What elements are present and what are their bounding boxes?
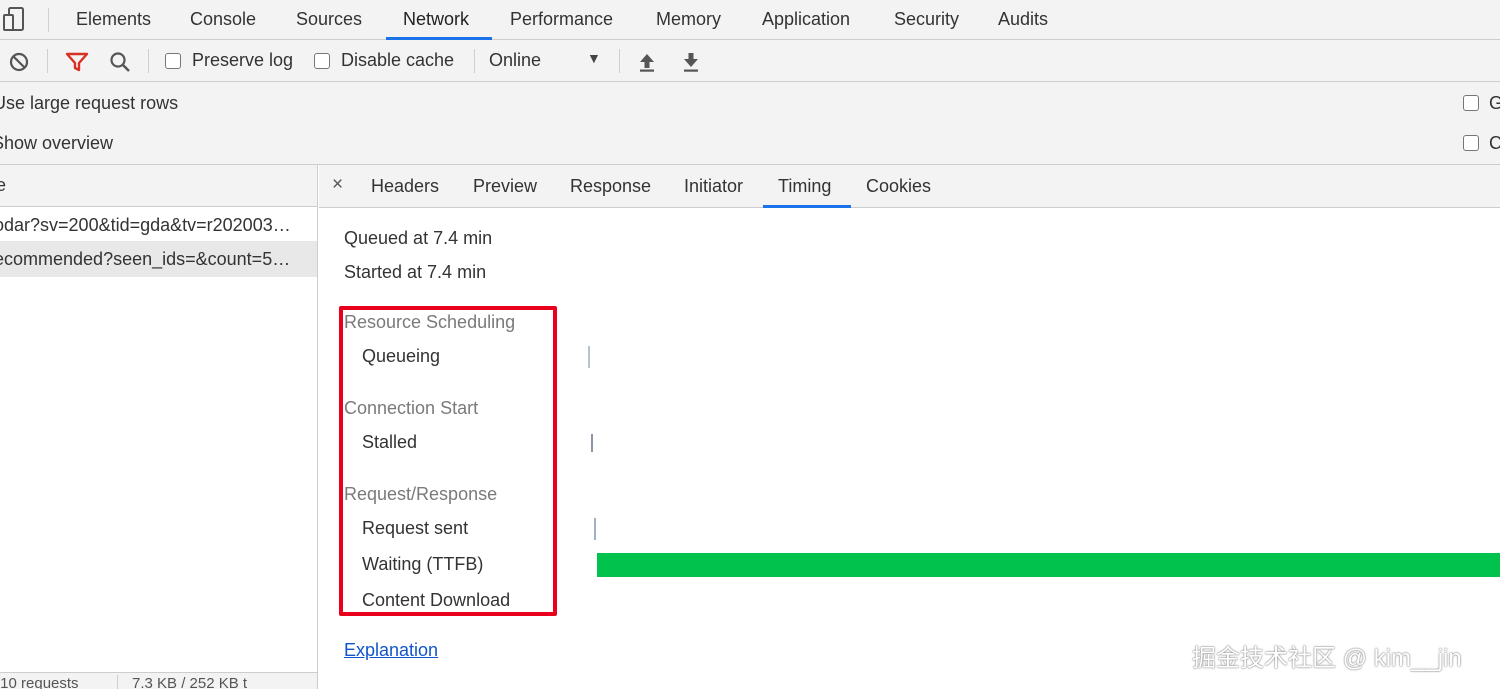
timing-panel: Queued at 7.4 min Started at 7.4 min Res… (319, 208, 1500, 689)
stalled-timing-bar (591, 434, 593, 452)
throttling-select[interactable]: Online (489, 50, 541, 71)
show-overview-label[interactable]: Show overview (0, 133, 113, 154)
preserve-log-label: Preserve log (192, 50, 294, 70)
waiting-ttfb-label: Waiting (TTFB) (362, 554, 484, 574)
name-column-header: e (0, 175, 6, 196)
detail-tab-response[interactable]: Response (570, 176, 651, 197)
content-download-label: Content Download (362, 590, 511, 610)
request-list-header[interactable]: e (0, 165, 317, 207)
tab-application[interactable]: Application (762, 0, 850, 40)
request-count: /10 requests (0, 675, 79, 689)
queueing-label: Queueing (362, 346, 441, 366)
export-har-icon[interactable] (682, 51, 700, 73)
started-at-text: Started at 7.4 min (344, 262, 487, 282)
search-icon[interactable] (109, 51, 131, 73)
devtools-tab-bar: Elements Console Sources Network Perform… (0, 0, 1500, 40)
transfer-size: 7.3 KB / 252 KB t (132, 675, 248, 689)
detail-tab-initiator[interactable]: Initiator (684, 176, 743, 197)
resource-scheduling-heading: Resource Scheduling (344, 312, 516, 332)
capture-screenshots-checkbox[interactable] (1463, 135, 1479, 151)
preserve-log-checkbox[interactable] (165, 53, 181, 69)
tab-audits[interactable]: Audits (998, 0, 1048, 40)
tab-security[interactable]: Security (894, 0, 959, 40)
request-sent-label: Request sent (362, 518, 469, 538)
device-toolbar-icon[interactable] (2, 5, 32, 33)
summary-separator (117, 675, 118, 689)
request-name: odar?sv=200&tid=gda&tv=r202003… (0, 215, 291, 235)
tab-console[interactable]: Console (190, 0, 256, 40)
close-detail-icon[interactable]: × (332, 174, 343, 196)
tab-elements[interactable]: Elements (76, 0, 151, 40)
filter-icon[interactable] (65, 52, 89, 72)
request-name: ecommended?seen_ids=&count=5… (0, 249, 291, 269)
request-detail-tabs: × Headers Preview Response Initiator Tim… (319, 165, 1500, 208)
large-request-rows-label[interactable]: Use large request rows (0, 93, 178, 114)
waiting-ttfb-timing-bar (597, 553, 1500, 577)
request-sent-timing-bar (594, 518, 596, 540)
tab-network[interactable]: Network (403, 0, 469, 40)
detail-tab-timing[interactable]: Timing (778, 176, 831, 197)
network-settings-pane: Use large request rows Show overview G C (0, 82, 1500, 165)
queueing-timing-bar (588, 346, 590, 368)
detail-tab-preview[interactable]: Preview (473, 176, 537, 197)
disable-cache-label: Disable cache (341, 50, 455, 70)
request-response-heading: Request/Response (344, 484, 498, 504)
tab-bar-separator (48, 8, 49, 32)
request-list-pane: e odar?sv=200&tid=gda&tv=r202003… ecomme… (0, 165, 318, 689)
request-row-selected[interactable]: ecommended?seen_ids=&count=5… (0, 241, 317, 277)
toolbar-separator (619, 49, 620, 73)
watermark-text: 掘金技术社区 @ kim__jin (1192, 645, 1462, 672)
tab-performance[interactable]: Performance (510, 0, 613, 40)
clear-icon[interactable] (9, 52, 29, 72)
stalled-label: Stalled (362, 432, 418, 452)
group-by-frame-checkbox[interactable] (1463, 95, 1479, 111)
queued-at-text: Queued at 7.4 min (344, 228, 493, 248)
explanation-link[interactable]: Explanation (344, 640, 438, 661)
toolbar-separator (474, 49, 475, 73)
tab-sources[interactable]: Sources (296, 0, 362, 40)
group-by-frame-label: G (1489, 93, 1500, 113)
capture-screenshots-label: C (1489, 133, 1500, 153)
detail-tab-headers[interactable]: Headers (371, 176, 439, 197)
tab-memory[interactable]: Memory (656, 0, 721, 40)
detail-tab-cookies[interactable]: Cookies (866, 176, 931, 197)
toolbar-separator (148, 49, 149, 73)
disable-cache-checkbox[interactable] (314, 53, 330, 69)
import-har-icon[interactable] (638, 51, 656, 73)
request-row[interactable]: odar?sv=200&tid=gda&tv=r202003… (0, 207, 317, 243)
network-toolbar: Preserve log Disable cache Online ▼ (0, 40, 1500, 82)
connection-start-heading: Connection Start (344, 398, 479, 418)
request-summary-bar: /10 requests 7.3 KB / 252 KB t (0, 672, 317, 689)
toolbar-separator (47, 49, 48, 73)
throttling-dropdown-arrow-icon[interactable]: ▼ (587, 50, 601, 66)
